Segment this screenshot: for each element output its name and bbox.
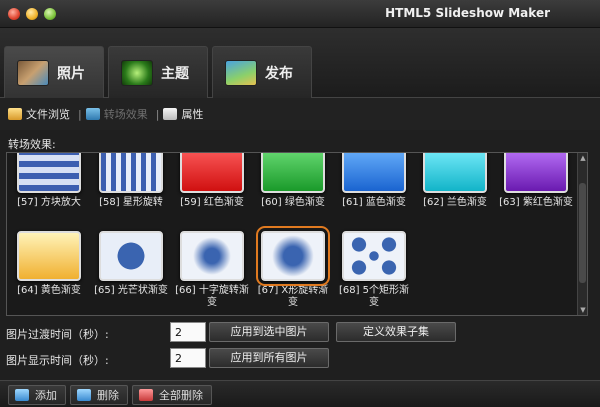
transition-label: [65] 光芒状渐变 bbox=[94, 285, 168, 296]
theme-icon bbox=[121, 59, 153, 86]
folder-icon bbox=[8, 108, 22, 120]
window-title: HTML5 Slideshow Maker bbox=[385, 6, 550, 20]
apply-to-selected-button[interactable]: 应用到选中图片 bbox=[209, 322, 329, 342]
properties-label: 属性 bbox=[181, 108, 204, 121]
transition-time-label: 图片过渡时间（秒）: bbox=[6, 328, 109, 341]
transition-thumbnail bbox=[342, 231, 406, 281]
apply-to-all-button[interactable]: 应用到所有图片 bbox=[209, 348, 329, 368]
transition-label: [61] 蓝色渐变 bbox=[342, 197, 406, 208]
title-bar: HTML5 Slideshow Maker bbox=[0, 0, 600, 28]
display-time-label: 图片显示时间（秒）: bbox=[6, 354, 109, 367]
transition-thumbnail bbox=[99, 153, 163, 193]
transition-item-59[interactable]: [59] 红色渐变 bbox=[172, 153, 252, 209]
delete-label: 删除 bbox=[97, 389, 119, 402]
transition-thumbnail bbox=[504, 153, 568, 193]
tab-publish-label: 发布 bbox=[265, 65, 293, 82]
tab-theme[interactable]: 主题 bbox=[108, 46, 208, 98]
transition-item-68[interactable]: [68] 5个矩形渐变 bbox=[334, 231, 414, 309]
add-button[interactable]: 添加 bbox=[8, 385, 66, 405]
close-window-button[interactable] bbox=[8, 8, 20, 20]
transition-item-58[interactable]: [58] 星形旋转 bbox=[91, 153, 171, 209]
transition-thumbnail bbox=[99, 231, 163, 281]
transition-thumbnail bbox=[17, 153, 81, 193]
browse-files-button[interactable]: 文件浏览 bbox=[8, 106, 70, 122]
transition-thumbnail bbox=[180, 153, 244, 193]
zoom-window-button[interactable] bbox=[44, 8, 56, 20]
transition-thumbnail bbox=[180, 231, 244, 281]
transitions-section-label: 转场效果: bbox=[8, 138, 56, 151]
properties-icon bbox=[163, 108, 178, 120]
transition-time-input[interactable] bbox=[170, 322, 206, 342]
tab-photos[interactable]: 照片 bbox=[4, 46, 104, 98]
properties-button[interactable]: 属性 bbox=[163, 106, 203, 122]
tab-theme-label: 主题 bbox=[161, 65, 189, 82]
scroll-thumb[interactable] bbox=[579, 183, 586, 283]
transition-label: [57] 方块放大 bbox=[17, 197, 81, 208]
toolbar-separator: | bbox=[78, 107, 82, 121]
transition-label: [66] 十字旋转渐变 bbox=[175, 285, 249, 308]
transition-thumbnail bbox=[256, 226, 330, 286]
transition-time-row: 图片过渡时间（秒）: 应用到选中图片 定义效果子集 bbox=[6, 322, 586, 344]
add-photo-icon bbox=[15, 389, 29, 401]
transition-item-62[interactable]: [62] 兰色渐变 bbox=[415, 153, 495, 209]
transition-label: [64] 黄色渐变 bbox=[17, 285, 81, 296]
scroll-down-arrow-icon[interactable]: ▼ bbox=[578, 305, 587, 315]
tab-publish[interactable]: 发布 bbox=[212, 46, 312, 98]
define-effect-subset-button[interactable]: 定义效果子集 bbox=[336, 322, 456, 342]
publish-icon bbox=[225, 59, 257, 86]
vertical-scrollbar[interactable]: ▲ ▼ bbox=[577, 153, 587, 315]
delete-all-icon bbox=[139, 389, 153, 401]
delete-all-button[interactable]: 全部删除 bbox=[132, 385, 212, 405]
transition-item-64[interactable]: [64] 黄色渐变 bbox=[9, 231, 89, 297]
transition-label: [59] 红色渐变 bbox=[180, 197, 244, 208]
thumbnail-row: [57] 方块放大 [58] 星形旋转 [59] 红色渐变 [60] 绿色渐变 … bbox=[7, 153, 577, 225]
sub-toolbar: 文件浏览 | 转场效果 | 属性 bbox=[0, 98, 600, 130]
transition-thumbnail bbox=[17, 231, 81, 281]
delete-all-label: 全部删除 bbox=[159, 389, 203, 402]
bottom-bar: 添加 删除 全部删除 bbox=[0, 380, 600, 407]
transition-label: [58] 星形旋转 bbox=[99, 197, 163, 208]
minimize-window-button[interactable] bbox=[26, 8, 38, 20]
transition-thumbnail bbox=[423, 153, 487, 193]
transition-item-67[interactable]: [67] X形旋转渐变 bbox=[253, 226, 333, 309]
delete-button[interactable]: 删除 bbox=[70, 385, 128, 405]
transition-item-61[interactable]: [61] 蓝色渐变 bbox=[334, 153, 414, 209]
thumbnail-row: [64] 黄色渐变 [65] 光芒状渐变 [66] 十字旋转渐变 [67] X形… bbox=[7, 226, 577, 313]
transition-label: [63] 紫红色渐变 bbox=[499, 197, 573, 208]
add-label: 添加 bbox=[35, 389, 57, 402]
transition-label: [67] X形旋转渐变 bbox=[257, 285, 329, 308]
display-time-input[interactable] bbox=[170, 348, 206, 368]
delete-photo-icon bbox=[77, 389, 91, 401]
toolbar-separator: | bbox=[155, 107, 160, 121]
transition-item-63[interactable]: [63] 紫红色渐变 bbox=[496, 153, 576, 209]
scroll-up-arrow-icon[interactable]: ▲ bbox=[578, 153, 587, 163]
main-tab-bar: 照片 主题 发布 bbox=[0, 28, 600, 98]
transition-effects-button[interactable]: 转场效果 bbox=[85, 106, 148, 122]
transition-label: [62] 兰色渐变 bbox=[423, 197, 487, 208]
browse-files-label: 文件浏览 bbox=[26, 108, 70, 121]
transition-thumbnail bbox=[261, 153, 325, 193]
display-time-row: 图片显示时间（秒）: 应用到所有图片 bbox=[6, 348, 586, 370]
transition-icon bbox=[85, 108, 100, 120]
transition-item-66[interactable]: [66] 十字旋转渐变 bbox=[172, 231, 252, 309]
transition-label: [68] 5个矩形渐变 bbox=[338, 285, 410, 308]
transition-item-65[interactable]: [65] 光芒状渐变 bbox=[91, 231, 171, 297]
tab-photos-label: 照片 bbox=[57, 65, 85, 82]
transition-item-60[interactable]: [60] 绿色渐变 bbox=[253, 153, 333, 209]
transition-effects-label: 转场效果 bbox=[103, 108, 148, 121]
photos-icon bbox=[17, 59, 49, 86]
transition-thumbnail-panel[interactable]: [57] 方块放大 [58] 星形旋转 [59] 红色渐变 [60] 绿色渐变 … bbox=[6, 152, 588, 316]
transition-thumbnail bbox=[342, 153, 406, 193]
transition-item-57[interactable]: [57] 方块放大 bbox=[9, 153, 89, 209]
transition-label: [60] 绿色渐变 bbox=[261, 197, 325, 208]
